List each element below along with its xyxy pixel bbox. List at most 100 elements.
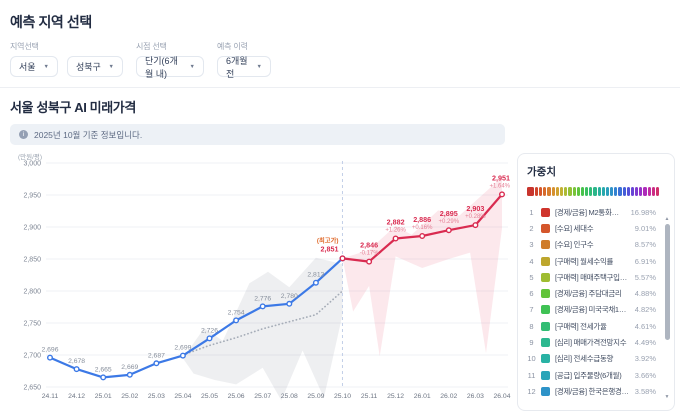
weights-panel: 가중치 1[경제/금융] M2통화량대비시가총액16.98%2[수요] 세대수9… <box>517 153 675 411</box>
gradient-segment <box>639 187 642 196</box>
gradient-segment <box>581 187 584 196</box>
weight-label: [경제/금융] M2통화량대비시가총액 <box>555 207 626 218</box>
page-title: 서울 성북구 AI 미래가격 <box>10 97 670 116</box>
region-city-select[interactable]: 서울 ▼ <box>10 56 58 77</box>
forecast-point-label: 2,903 <box>466 204 484 213</box>
gradient-segment <box>547 187 550 196</box>
forecast-point-marker[interactable] <box>393 236 398 241</box>
history-select[interactable]: 6개월 전 ▼ <box>217 56 271 77</box>
actual-point-marker[interactable] <box>287 302 292 307</box>
weight-item: 9[심리] 매매가격전망지수4.49% <box>527 334 656 350</box>
forecast-point-marker[interactable] <box>500 192 505 197</box>
region-district-select[interactable]: 성북구 ▼ <box>67 56 123 77</box>
actual-point-marker[interactable] <box>48 355 53 360</box>
notice-text: 2025년 10월 기준 정보입니다. <box>34 129 142 141</box>
weights-list[interactable]: 1[경제/금융] M2통화량대비시가총액16.98%2[수요] 세대수9.01%… <box>527 204 665 400</box>
x-axis-tick: 25.07 <box>254 393 271 400</box>
forecast-point-label: 2,951 <box>492 173 510 182</box>
gradient-segment <box>535 187 538 196</box>
actual-point-marker[interactable] <box>260 304 265 309</box>
history-filter-label: 예측 이력 <box>217 41 271 52</box>
weight-color-swatch <box>541 354 550 363</box>
weight-label: [심리] 전세수급동향 <box>555 353 630 364</box>
weight-rank: 6 <box>527 289 536 298</box>
gradient-segment <box>635 187 638 196</box>
weight-color-swatch <box>541 257 550 266</box>
gradient-segment <box>577 187 580 196</box>
weight-rank: 5 <box>527 273 536 282</box>
actual-point-marker[interactable] <box>154 361 159 366</box>
gradient-segment <box>598 187 601 196</box>
weight-item: 5[구매력] 매매주택구입부담지수5.57% <box>527 269 656 285</box>
weight-color-swatch <box>541 371 550 380</box>
forecast-point-label: 2,882 <box>387 218 405 227</box>
weight-item: 12[경제/금융] 한국은행경기선행지수3.58% <box>527 383 656 399</box>
forecast-pct-label: +0.28% <box>465 214 486 220</box>
weight-item: 10[심리] 전세수급동향3.92% <box>527 351 656 367</box>
forecast-point-marker[interactable] <box>473 223 478 228</box>
scrollbar-thumb[interactable] <box>665 224 670 340</box>
gradient-segment <box>539 187 542 196</box>
actual-point-marker[interactable] <box>314 280 319 285</box>
weight-item: 3[수요] 인구수8.57% <box>527 237 656 253</box>
actual-point-label: 2,687 <box>148 352 165 359</box>
forecast-point-marker[interactable] <box>420 234 425 239</box>
chart-canvas[interactable]: (만원/평)3,0002,9502,9002,8502,8002,7502,70… <box>10 149 514 401</box>
filters-section: 예측 지역 선택 지역선택 서울 ▼ 성북구 ▼ 시점 선택 <box>0 0 680 88</box>
weight-percent: 16.98% <box>631 208 656 217</box>
gradient-segment <box>556 187 559 196</box>
app-title: 예측 지역 선택 <box>10 12 670 32</box>
gradient-segment <box>631 187 634 196</box>
weight-rank: 9 <box>527 338 536 347</box>
weight-color-swatch <box>541 338 550 347</box>
region-city-value: 서울 <box>19 60 36 73</box>
forecast-point-label: 2,886 <box>413 215 431 224</box>
chevron-down-icon: ▼ <box>109 64 114 70</box>
x-axis-tick: 25.04 <box>174 393 191 400</box>
x-axis-tick: 25.01 <box>95 393 112 400</box>
actual-point-marker[interactable] <box>128 373 133 378</box>
actual-point-marker[interactable] <box>234 318 239 323</box>
gradient-segment <box>656 187 659 196</box>
weight-rank: 11 <box>527 371 536 380</box>
actual-point-marker[interactable] <box>181 353 186 358</box>
forecast-pct-label: +1.64% <box>489 183 510 189</box>
x-axis-tick: 25.02 <box>121 393 138 400</box>
scroll-up-icon[interactable]: ▲ <box>665 216 670 223</box>
weights-scrollbar[interactable]: ▲ ▼ <box>663 216 671 401</box>
weight-label: [구매력] 매매주택구입부담지수 <box>555 272 630 283</box>
y-axis-tick: 2,850 <box>23 257 41 264</box>
x-axis-tick: 25.06 <box>228 393 245 400</box>
actual-point-marker[interactable] <box>74 367 79 372</box>
gradient-segment <box>618 187 621 196</box>
chevron-down-icon: ▼ <box>190 64 195 70</box>
y-axis-tick: 2,700 <box>23 353 41 360</box>
forecast-pct-label: +1.26% <box>385 228 406 234</box>
actual-point-marker[interactable] <box>207 336 212 341</box>
forecast-point-marker[interactable] <box>367 259 372 264</box>
forecast-point-marker[interactable] <box>340 256 345 261</box>
actual-point-marker[interactable] <box>101 375 106 380</box>
main-section: 서울 성북구 AI 미래가격 i 2025년 10월 기준 정보입니다. (만원… <box>0 88 680 411</box>
period-select[interactable]: 단기(6개월 내) ▼ <box>136 56 204 77</box>
weight-label: [공급] 입주물량(6개월) <box>555 370 630 381</box>
forecast-point-marker[interactable] <box>447 228 452 233</box>
info-icon: i <box>19 130 28 139</box>
actual-point-label: 2,669 <box>121 364 138 371</box>
price-forecast-chart[interactable]: (만원/평)3,0002,9502,9002,8502,8002,7502,70… <box>10 149 514 411</box>
chevron-down-icon: ▼ <box>44 64 49 70</box>
notice-banner: i 2025년 10월 기준 정보입니다. <box>10 124 505 145</box>
x-axis-tick: 26.02 <box>440 393 457 400</box>
actual-point-label: 2,726 <box>201 327 218 334</box>
weight-item: 11[공급] 입주물량(6개월)3.66% <box>527 367 656 383</box>
scroll-down-icon[interactable]: ▼ <box>665 394 670 401</box>
gradient-segment <box>543 187 546 196</box>
x-axis-tick: 26.01 <box>414 393 431 400</box>
y-axis-tick: 2,900 <box>23 225 41 232</box>
gradient-segment <box>623 187 626 196</box>
weight-item: 1[경제/금융] M2통화량대비시가총액16.98% <box>527 204 656 220</box>
weight-color-swatch <box>541 240 550 249</box>
gradient-segment <box>593 187 596 196</box>
weight-item: 7[경제/금융] 미국국채10년물4.82% <box>527 302 656 318</box>
weight-percent: 8.57% <box>635 240 656 249</box>
